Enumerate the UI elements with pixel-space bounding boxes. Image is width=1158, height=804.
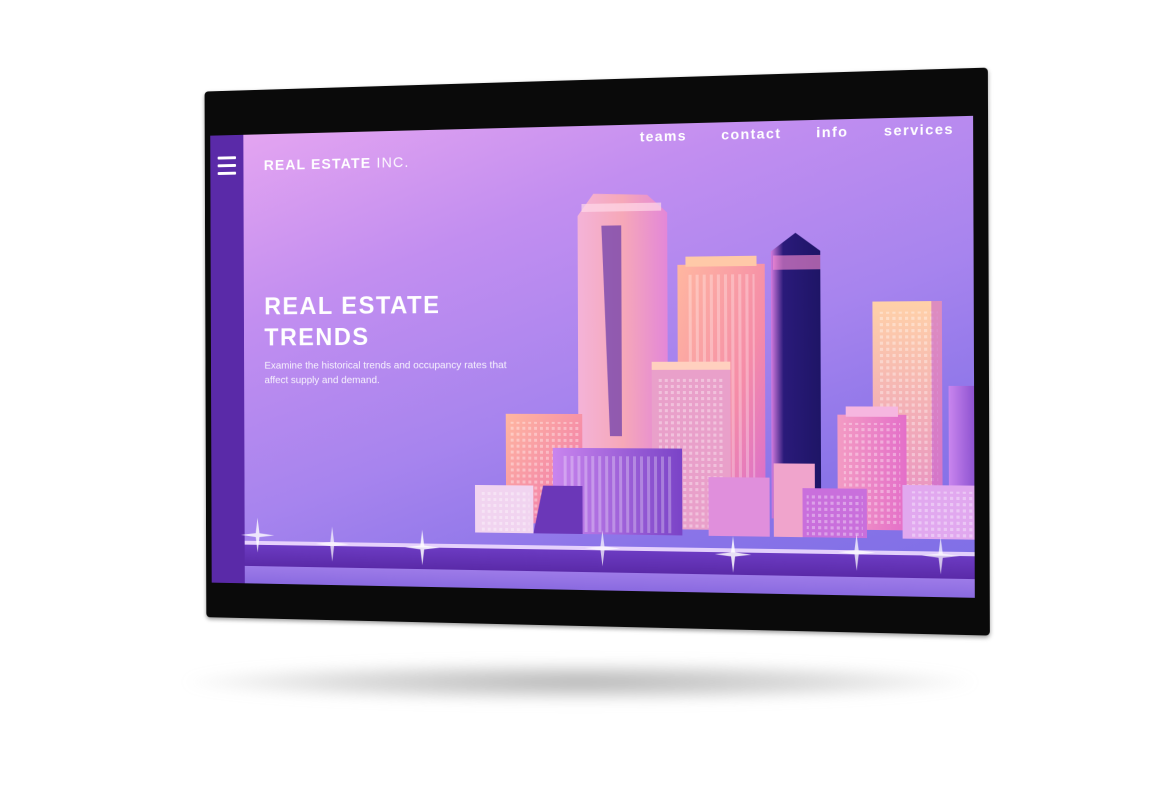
hero-title-line-2: TRENDS: [264, 323, 370, 352]
brand-logo[interactable]: REAL ESTATE INC.: [264, 154, 410, 174]
brand-name: REAL ESTATE: [263, 154, 372, 174]
nav-item-services[interactable]: services: [884, 120, 954, 138]
nav-item-teams[interactable]: teams: [640, 127, 687, 144]
nav-item-info[interactable]: info: [816, 123, 848, 140]
top-nav: teams contact info services: [640, 120, 954, 144]
monitor-shadow: [185, 662, 975, 702]
stage: REAL ESTATE INC. teams contact info serv…: [0, 0, 1158, 804]
hero-description: Examine the historical trends and occupa…: [264, 359, 507, 387]
website-screen: REAL ESTATE INC. teams contact info serv…: [210, 115, 975, 598]
city-skyline-illustration: [474, 192, 975, 540]
sidebar: [210, 134, 245, 584]
brand-suffix: INC.: [376, 154, 410, 172]
hero-title-line-1: REAL ESTATE: [264, 291, 441, 321]
nav-item-contact[interactable]: contact: [721, 125, 781, 143]
hero-title: REAL ESTATE TRENDS: [264, 289, 441, 353]
monitor-frame: REAL ESTATE INC. teams contact info serv…: [204, 67, 990, 636]
hamburger-menu-icon[interactable]: [217, 156, 237, 178]
